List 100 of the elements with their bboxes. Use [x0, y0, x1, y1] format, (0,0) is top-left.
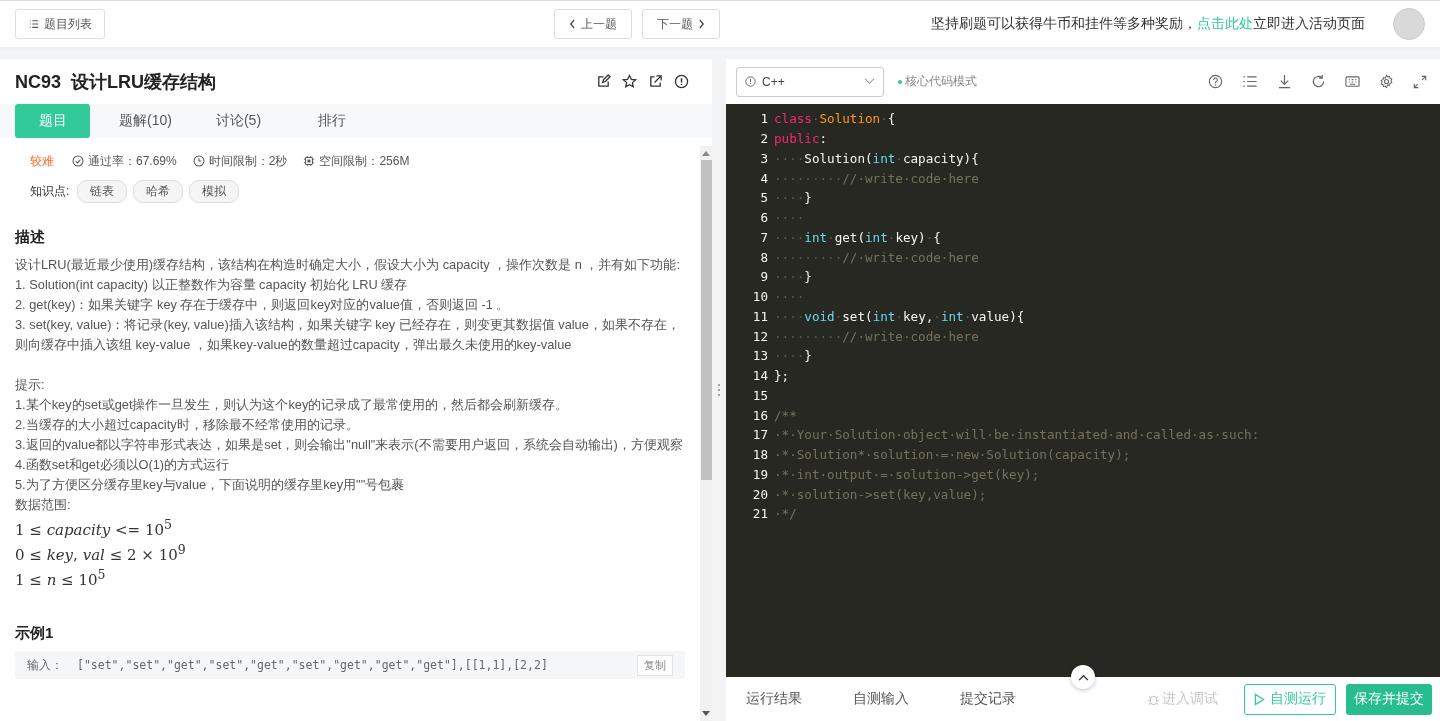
language-select[interactable]: C++ — [736, 66, 884, 97]
line-number: 3 — [759, 150, 769, 166]
code-line: public: — [774, 131, 828, 147]
code-line: ·*·int·output·=·solution->get(key); — [774, 466, 1040, 482]
pass-rate: 通过率：67.69% — [88, 152, 177, 170]
line-number: 13 — [751, 348, 769, 364]
info-icon — [745, 76, 756, 87]
tags-label: 知识点: — [30, 183, 70, 200]
description-text: 3. set(key, value)：将记录(key, value)插入该结构，如果关键字 key 已经存在，则变更其数据值 value，如果不存在，则向缓存中插入该组 key-value ，如果key-value的数量超过capacity，弹出最久未使用的key-value — [15, 316, 681, 354]
line-number: 20 — [751, 486, 769, 502]
scroll-down-icon[interactable] — [702, 711, 710, 717]
code-line: }; — [774, 368, 790, 384]
line-number: 11 — [751, 308, 769, 324]
resize-handle-icon[interactable] — [717, 383, 721, 397]
chevron-up-icon — [1077, 673, 1089, 681]
description-text: 1. Solution(int capacity) 以正整数作为容量 capacity 初始化 LRU 缓存 — [15, 276, 409, 294]
share-icon[interactable] — [648, 74, 663, 89]
line-number: 21 — [751, 506, 769, 522]
help-icon[interactable] — [1208, 74, 1223, 89]
chip-icon — [303, 155, 316, 167]
star-icon[interactable] — [622, 74, 637, 89]
mode-label: 核心代码模式 — [905, 74, 977, 89]
keyboard-icon[interactable] — [1345, 74, 1360, 89]
hint-text: 5.为了方便区分缓存里key与value，下面说明的缓存里key用""号包裹 — [15, 476, 406, 494]
line-number: 16 — [751, 407, 769, 423]
problem-list-button[interactable]: 题目列表 — [15, 9, 105, 39]
input-label: 输入： — [27, 656, 63, 674]
download-icon[interactable] — [1277, 74, 1292, 89]
previous-button[interactable]: 上一题 — [554, 9, 632, 39]
time-limit: 时间限制：2秒 — [208, 152, 288, 170]
code-line: ·········//·write·code·here — [774, 170, 979, 186]
section-heading: 描述 — [15, 228, 46, 247]
range-formula: 0 ≤ key, val ≤ 2 × 10$^{9}$ — [15, 541, 187, 565]
problem-title: NC93 设计LRU缓存结构 — [15, 70, 216, 94]
code-line: ····int·get(int·key)·{ — [774, 229, 941, 245]
line-number: 14 — [751, 368, 769, 384]
scrollbar[interactable] — [700, 146, 712, 721]
line-number: 4 — [759, 170, 769, 186]
result-tab[interactable]: 提交记录 — [950, 690, 1026, 708]
next-button[interactable]: 下一题 — [642, 9, 720, 39]
play-icon — [1254, 692, 1265, 706]
line-number: 15 — [751, 387, 769, 403]
hint-text: 提示: — [15, 376, 46, 394]
chevron-down-icon — [864, 78, 875, 85]
edit-icon[interactable] — [596, 74, 611, 89]
line-number: 19 — [751, 466, 769, 482]
line-number: 18 — [751, 447, 769, 463]
clock-icon — [192, 155, 205, 167]
line-number: 10 — [751, 289, 769, 305]
description-text: 2. get(key)：如果关键字 key 存在于缓存中，则返回key对应的value值，否则返回 -1 。 — [15, 296, 511, 314]
code-line: ·········//·write·code·here — [774, 328, 979, 344]
tag[interactable]: 模拟 — [189, 180, 240, 203]
chevron-right-icon — [698, 19, 705, 29]
code-line: ···· — [774, 289, 805, 305]
fullscreen-icon[interactable] — [1413, 74, 1427, 89]
code-line: ·········//·write·code·here — [774, 249, 979, 265]
result-tab[interactable]: 自测输入 — [843, 690, 919, 708]
result-tab[interactable]: 运行结果 — [736, 690, 812, 708]
tab[interactable]: 讨论(5) — [201, 104, 276, 138]
line-number: 12 — [751, 328, 769, 344]
line-number: 9 — [759, 269, 769, 285]
line-number: 8 — [759, 249, 769, 265]
code-line: ····} — [774, 348, 812, 364]
range-formula: 1 ≤ capacity <= 10$^{5}$ — [15, 516, 173, 540]
line-number: 7 — [759, 229, 769, 245]
memory-limit: 空间限制：256M — [319, 152, 410, 170]
hint-text: 4.函数set和get必须以O(1)的方式运行 — [15, 456, 231, 474]
tag[interactable]: 哈希 — [133, 180, 184, 203]
promo-text: 坚持刷题可以获得牛币和挂件等多种奖励，点击此处立即进入活动页面 — [931, 15, 1365, 33]
description-text: 设计LRU(最近最少使用)缓存结构，该结构在构造时确定大小，假设大小为 capacity ，操作次数是 n ，并有如下功能: — [15, 256, 681, 274]
expand-panel-button[interactable] — [1071, 665, 1095, 689]
line-number: 1 — [759, 111, 769, 127]
line-number: 6 — [759, 210, 769, 226]
code-line: ·*·solution->set(key,value); — [774, 486, 987, 502]
tab[interactable]: 题解(10) — [108, 104, 183, 138]
settings-icon[interactable] — [1379, 74, 1394, 89]
code-line: ····void·set(int·key,·int·value){ — [774, 308, 1025, 324]
line-number: 17 — [751, 427, 769, 443]
example-input-text: ["set","set","get","set","get","set","get","get","get"],[[1,1],[2,2] — [77, 658, 548, 672]
tab[interactable]: 排行 — [294, 104, 369, 138]
section-heading: 示例1 — [15, 624, 55, 643]
code-line: ·*·Solution*·solution·=·new·Solution(capacity); — [774, 447, 1131, 463]
hint-text: 数据范围: — [15, 496, 72, 514]
hint-text: 1.某个key的set或get操作一旦发生，则认为这个key的记录成了最常使用的，然后都会刷新缓存。 — [15, 396, 570, 414]
code-line: ····} — [774, 269, 812, 285]
tag[interactable]: 链表 — [77, 180, 128, 203]
code-line: /** — [774, 407, 797, 423]
line-number: 2 — [759, 131, 769, 147]
hint-text: 2.当缓存的大小超过capacity时，移除最不经常使用的记录。 — [15, 416, 360, 434]
refresh-icon[interactable] — [1311, 74, 1326, 89]
alert-icon[interactable] — [674, 74, 689, 89]
list-icon[interactable] — [1242, 74, 1258, 89]
check-circle-icon — [72, 155, 84, 167]
code-line: class·Solution·{ — [774, 111, 896, 127]
code-line: ···· — [774, 210, 805, 226]
range-formula: 1 ≤ n ≤ 10$^{5}$ — [15, 566, 107, 590]
scroll-up-icon[interactable] — [702, 150, 710, 156]
copy-button[interactable]: 复制 — [637, 654, 673, 676]
list-icon — [28, 19, 39, 29]
line-number: 5 — [759, 190, 769, 206]
